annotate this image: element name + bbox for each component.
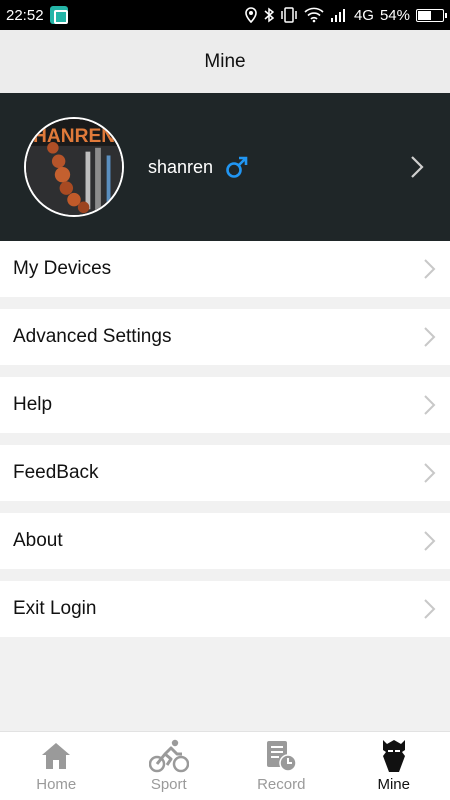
- vibrate-icon: [281, 7, 297, 23]
- avatar-text: SHANREN: [26, 126, 115, 147]
- tab-record[interactable]: Record: [225, 732, 338, 800]
- chevron-right-icon: [410, 155, 424, 184]
- status-bar: 22:52 4G 54%: [0, 0, 450, 30]
- menu-item-label: About: [13, 530, 63, 551]
- tab-sport[interactable]: Sport: [113, 732, 226, 800]
- mine-icon: [379, 738, 409, 774]
- menu-item-feedback[interactable]: FeedBack: [0, 445, 450, 501]
- chevron-right-icon: [423, 598, 436, 626]
- status-time: 22:52: [6, 6, 44, 24]
- chevron-right-icon: [423, 326, 436, 354]
- battery-icon: [416, 8, 447, 22]
- bottom-tab-bar: Home Sport Record Mine: [0, 731, 450, 800]
- menu-item-advanced-settings[interactable]: Advanced Settings: [0, 309, 450, 365]
- tab-label: Mine: [377, 776, 410, 793]
- home-icon: [40, 738, 72, 774]
- page-header: Mine: [0, 30, 450, 93]
- menu-item-label: My Devices: [13, 258, 112, 279]
- tab-mine[interactable]: Mine: [338, 732, 450, 800]
- page-title: Mine: [204, 50, 246, 72]
- tab-label: Record: [257, 776, 306, 793]
- chevron-right-icon: [423, 462, 436, 490]
- chevron-right-icon: [423, 394, 436, 422]
- tab-label: Home: [36, 776, 77, 793]
- profile-card[interactable]: SHANREN shanren: [0, 93, 450, 241]
- male-symbol-icon: [225, 155, 249, 179]
- network-type: 4G: [353, 6, 374, 24]
- bluetooth-icon: [264, 7, 274, 23]
- location-icon: [245, 7, 257, 23]
- screenshot-app-icon: [49, 6, 68, 24]
- battery-percent: 54%: [379, 6, 410, 24]
- chevron-right-icon: [423, 530, 436, 558]
- menu-item-label: Exit Login: [13, 598, 97, 619]
- chevron-right-icon: [423, 258, 436, 286]
- menu-item-label: Help: [13, 394, 53, 415]
- tab-home[interactable]: Home: [0, 732, 113, 800]
- signal-icon: [330, 9, 345, 22]
- avatar[interactable]: SHANREN: [24, 117, 124, 217]
- record-icon: [264, 738, 298, 774]
- wifi-icon: [304, 7, 324, 23]
- menu-item-exit-login[interactable]: Exit Login: [0, 581, 450, 637]
- avatar-image: SHANREN: [26, 119, 122, 215]
- tab-label: Sport: [150, 776, 187, 793]
- menu-item-about[interactable]: About: [0, 513, 450, 569]
- username: shanren: [148, 156, 214, 177]
- status-indicators: 4G 54%: [244, 6, 447, 24]
- menu-item-label: Advanced Settings: [13, 326, 172, 347]
- menu-item-my-devices[interactable]: My Devices: [0, 241, 450, 297]
- settings-menu: My Devices Advanced Settings Help FeedBa…: [0, 241, 450, 649]
- cyclist-icon: [148, 738, 189, 774]
- menu-item-label: FeedBack: [13, 462, 99, 483]
- menu-item-help[interactable]: Help: [0, 377, 450, 433]
